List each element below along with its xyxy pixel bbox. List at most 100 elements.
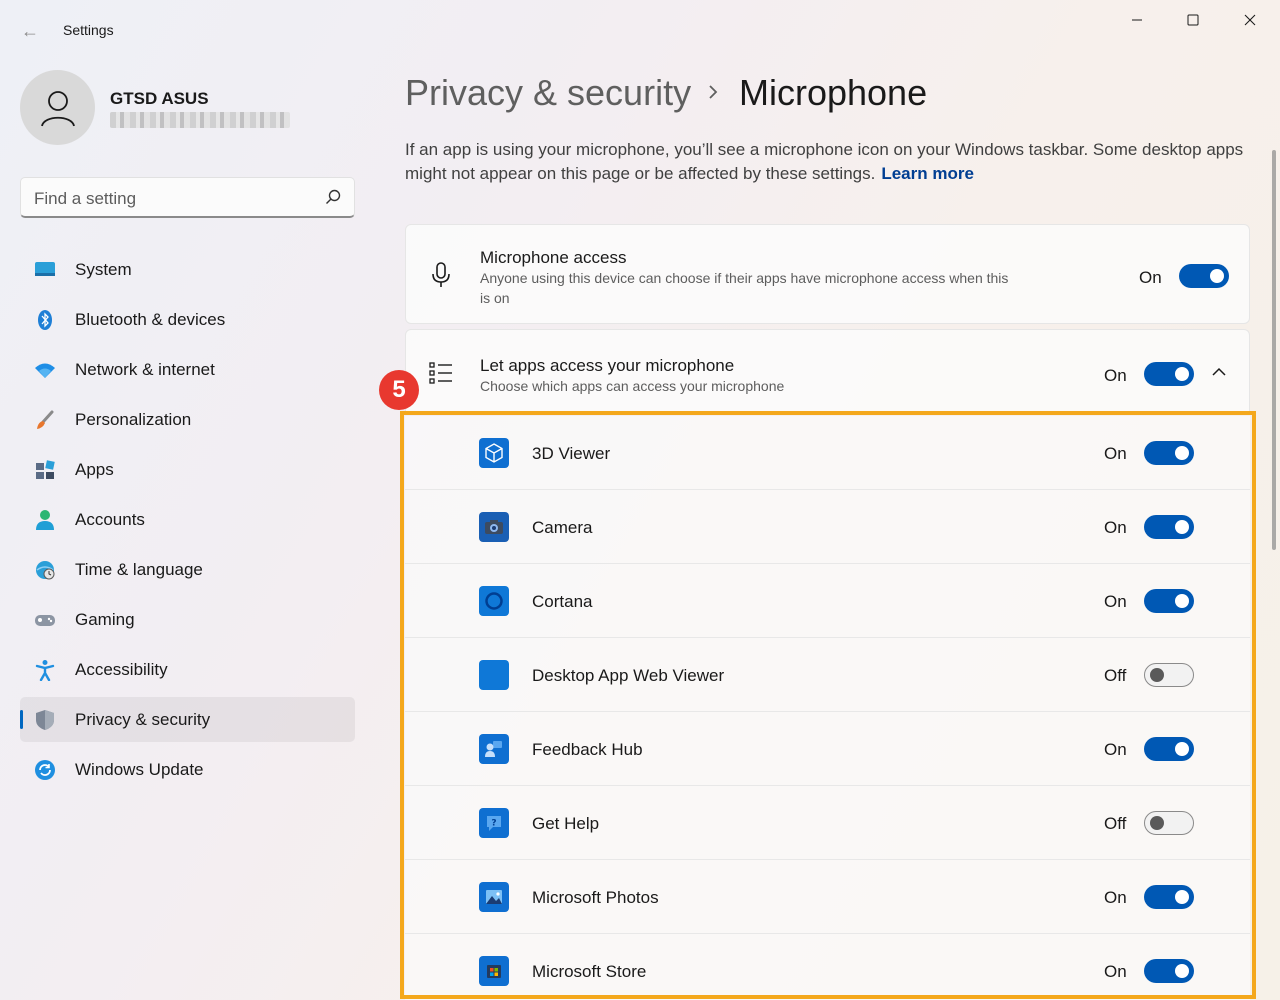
photos-icon (479, 882, 509, 912)
sidebar-item-label: Accounts (75, 509, 145, 529)
sidebar-item-windows-update[interactable]: Windows Update (20, 747, 355, 792)
sidebar-item-label: Bluetooth & devices (75, 309, 226, 329)
sidebar-item-privacy-security[interactable]: Privacy & security (20, 697, 355, 742)
system-icon (34, 259, 56, 281)
brush-icon (34, 409, 56, 431)
toggle-knob (1175, 520, 1189, 534)
sidebar-item-accessibility[interactable]: Accessibility (20, 647, 355, 692)
sidebar-item-personalization[interactable]: Personalization (20, 397, 355, 442)
update-icon (34, 759, 56, 781)
minimize-icon (1132, 19, 1142, 21)
scrollbar[interactable] (1272, 150, 1276, 550)
cube-icon (479, 438, 509, 468)
person-icon (40, 90, 75, 126)
app-toggle-get-help[interactable] (1144, 811, 1194, 835)
back-button[interactable]: ← (16, 18, 44, 44)
sidebar-item-system[interactable]: System (20, 247, 355, 292)
maximize-icon (1187, 14, 1199, 26)
app-state: On (1104, 518, 1127, 537)
minimize-button[interactable] (1114, 8, 1160, 32)
sidebar-item-accounts[interactable]: Accounts (20, 497, 355, 542)
camera-icon (479, 512, 509, 542)
app-toggle-3d-viewer[interactable] (1144, 441, 1194, 465)
toggle-knob (1175, 742, 1189, 756)
search-placeholder: Find a setting (34, 189, 137, 208)
sidebar-item-network[interactable]: Network & internet (20, 347, 355, 392)
toggle-knob (1150, 668, 1164, 682)
app-name: Microsoft Store (532, 962, 647, 981)
search-icon[interactable] (324, 188, 342, 206)
gamepad-icon (34, 609, 56, 631)
app-access-state: On (1104, 366, 1127, 385)
app-state: On (1104, 444, 1127, 463)
app-toggle-microsoft-store[interactable] (1144, 959, 1194, 983)
sidebar-item-apps[interactable]: Apps (20, 447, 355, 492)
svg-text:?: ? (491, 819, 496, 829)
app-toggle-camera[interactable] (1144, 515, 1194, 539)
sidebar-item-label: System (75, 259, 132, 279)
maximize-button[interactable] (1170, 8, 1216, 32)
toggle-knob (1175, 890, 1189, 904)
close-button[interactable] (1227, 8, 1273, 32)
microphone-icon (427, 261, 455, 289)
chevron-right-icon (709, 85, 718, 99)
sidebar-item-time-language[interactable]: Time & language (20, 547, 355, 592)
toggle-knob (1175, 594, 1189, 608)
app-name: Desktop App Web Viewer (532, 666, 725, 685)
app-toggle-microsoft-photos[interactable] (1144, 885, 1194, 909)
sidebar-item-bluetooth[interactable]: Bluetooth & devices (20, 297, 355, 342)
microphone-access-state: On (1139, 268, 1162, 287)
microphone-access-title: Microphone access (480, 248, 627, 267)
learn-more-link[interactable]: Learn more (881, 164, 974, 183)
sidebar-item-label: Windows Update (75, 759, 204, 779)
app-state: On (1104, 740, 1127, 759)
app-state: On (1104, 592, 1127, 611)
toggle-knob (1150, 816, 1164, 830)
sidebar-item-gaming[interactable]: Gaming (20, 597, 355, 642)
page-description: If an app is using your microphone, you’… (405, 138, 1245, 186)
title-bar: ← Settings (0, 0, 1280, 60)
accessibility-icon (34, 659, 56, 681)
sidebar-item-label: Apps (75, 459, 114, 479)
sidebar-item-label: Network & internet (75, 359, 215, 379)
app-state: On (1104, 962, 1127, 981)
description-text: If an app is using your microphone, you’… (405, 140, 1244, 183)
app-toggle-cortana[interactable] (1144, 589, 1194, 613)
app-row-cortana: Cortana On (405, 564, 1250, 638)
sidebar-item-label: Gaming (75, 609, 135, 629)
app-access-toggle[interactable] (1144, 362, 1194, 386)
app-name: Camera (532, 518, 593, 537)
close-icon (1244, 14, 1256, 26)
apps-list: 3D Viewer On Camera On Cortana On Deskto… (405, 416, 1250, 1000)
app-access-subtitle: Choose which apps can access your microp… (480, 378, 785, 394)
app-name: Get Help (532, 814, 600, 833)
app-row-microsoft-store: Microsoft Store On (405, 934, 1250, 1000)
user-email-redacted (110, 112, 290, 128)
feedback-hub-icon (479, 734, 509, 764)
app-toggle-desktop-app-web-viewer[interactable] (1144, 663, 1194, 687)
microphone-access-card: Microphone access Anyone using this devi… (405, 224, 1250, 324)
app-toggle-feedback-hub[interactable] (1144, 737, 1194, 761)
search-input[interactable]: Find a setting (20, 177, 355, 218)
toggle-knob (1175, 446, 1189, 460)
globe-clock-icon (34, 559, 56, 581)
microphone-access-toggle[interactable] (1179, 264, 1229, 288)
app-name: Feedback Hub (532, 740, 643, 759)
sidebar-nav: System Bluetooth & devices Network & int… (20, 247, 355, 797)
sidebar-item-label: Privacy & security (75, 709, 211, 729)
sidebar-item-label: Accessibility (75, 659, 168, 679)
chevron-up-icon[interactable] (1211, 366, 1227, 378)
step-badge: 5 (379, 370, 419, 410)
microphone-access-subtitle: Anyone using this device can choose if t… (480, 270, 1009, 306)
app-access-card[interactable]: Let apps access your microphone Choose w… (405, 329, 1250, 411)
app-state: Off (1104, 666, 1127, 685)
app-row-microsoft-photos: Microsoft Photos On (405, 860, 1250, 934)
avatar[interactable] (20, 70, 95, 145)
get-help-icon: ? (479, 808, 509, 838)
sidebar-item-label: Time & language (75, 559, 203, 579)
app-access-title: Let apps access your microphone (480, 356, 735, 375)
page-title: Microphone (739, 72, 928, 113)
apps-icon (34, 459, 56, 481)
toggle-knob (1210, 269, 1224, 283)
breadcrumb-parent[interactable]: Privacy & security (405, 72, 691, 114)
